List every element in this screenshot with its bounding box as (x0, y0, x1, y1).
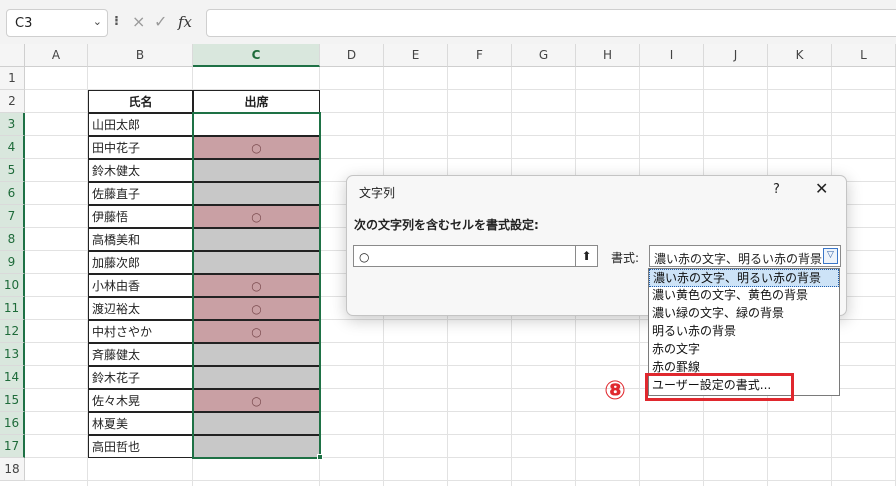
row-header-13[interactable]: 13 (0, 343, 25, 366)
cancel-icon[interactable]: × (132, 12, 145, 31)
text-input-value: ○ (359, 250, 370, 264)
dialog-title: 文字列 (359, 186, 396, 200)
attendance-cell[interactable] (193, 251, 320, 274)
attendance-cell[interactable] (193, 113, 320, 136)
name-cell[interactable]: 鈴木健太 (88, 159, 193, 182)
name-cell[interactable]: 中村さやか (88, 320, 193, 343)
attendance-mark: ○ (251, 279, 262, 293)
help-icon[interactable]: ? (773, 182, 780, 197)
more-options-icon[interactable]: ⁝ (114, 14, 119, 29)
attendance-mark: ○ (251, 141, 262, 155)
format-option[interactable]: 濃い赤の文字、明るい赤の背景 (649, 269, 839, 287)
row-header-9[interactable]: 9 (0, 251, 25, 274)
formula-bar: C3 ⌄ ⁝ × ✓ fx (0, 0, 896, 44)
header-name-cell[interactable]: 氏名 (88, 90, 193, 113)
column-header-d[interactable]: D (320, 44, 384, 67)
attendance-mark: ○ (251, 394, 262, 408)
attendance-cell[interactable] (193, 228, 320, 251)
attendance-cell[interactable]: ○ (193, 205, 320, 228)
column-header-a[interactable]: A (25, 44, 88, 67)
row-header-12[interactable]: 12 (0, 320, 25, 343)
row-header-17[interactable]: 17 (0, 435, 25, 458)
attendance-mark: ○ (251, 210, 262, 224)
name-cell[interactable]: 伊藤悟 (88, 205, 193, 228)
attendance-cell[interactable]: ○ (193, 274, 320, 297)
formula-input[interactable] (206, 9, 896, 37)
format-label: 書式: (611, 251, 640, 265)
row-header-4[interactable]: 4 (0, 136, 25, 159)
close-icon[interactable]: ✕ (815, 179, 828, 198)
grid-line (25, 480, 896, 481)
name-cell[interactable]: 林夏美 (88, 412, 193, 435)
row-header-15[interactable]: 15 (0, 389, 25, 412)
dialog-instruction: 次の文字列を含むセルを書式設定: (354, 218, 539, 232)
attendance-cell[interactable] (193, 435, 320, 458)
name-cell[interactable]: 高橋美和 (88, 228, 193, 251)
name-cell[interactable]: 佐藤直子 (88, 182, 193, 205)
chevron-down-icon[interactable]: ⌄ (93, 15, 102, 28)
column-header-l[interactable]: L (832, 44, 896, 67)
column-header-i[interactable]: I (640, 44, 704, 67)
row-header-1[interactable]: 1 (0, 67, 25, 90)
fill-handle[interactable] (317, 454, 323, 460)
format-option[interactable]: 濃い黄色の文字、黄色の背景 (649, 287, 839, 305)
name-box[interactable]: C3 ⌄ (6, 9, 108, 37)
row-header-5[interactable]: 5 (0, 159, 25, 182)
attendance-cell[interactable] (193, 366, 320, 389)
select-all-corner[interactable] (0, 44, 25, 67)
formula-actions: × ✓ fx (128, 8, 202, 36)
row-header-3[interactable]: 3 (0, 113, 25, 136)
enter-icon[interactable]: ✓ (154, 12, 167, 31)
column-header-e[interactable]: E (384, 44, 448, 67)
name-cell[interactable]: 渡辺裕太 (88, 297, 193, 320)
row-header-7[interactable]: 7 (0, 205, 25, 228)
format-select[interactable]: 濃い赤の文字、明るい赤の背景 ▽ (649, 245, 841, 267)
row-header-2[interactable]: 2 (0, 90, 25, 113)
row-header-10[interactable]: 10 (0, 274, 25, 297)
format-option[interactable]: 明るい赤の背景 (649, 323, 839, 341)
insert-function-icon[interactable]: fx (178, 13, 192, 31)
dropdown-arrow-icon[interactable]: ▽ (823, 248, 838, 264)
row-header-8[interactable]: 8 (0, 228, 25, 251)
name-cell[interactable]: 鈴木花子 (88, 366, 193, 389)
column-header-b[interactable]: B (88, 44, 193, 67)
attendance-cell[interactable]: ○ (193, 389, 320, 412)
attendance-cell[interactable]: ○ (193, 320, 320, 343)
column-header-c[interactable]: C (193, 44, 320, 67)
name-cell[interactable]: 斉藤健太 (88, 343, 193, 366)
name-cell[interactable]: 小林由香 (88, 274, 193, 297)
attendance-cell[interactable] (193, 412, 320, 435)
attendance-cell[interactable]: ○ (193, 297, 320, 320)
attendance-mark: ○ (251, 302, 262, 316)
name-box-value: C3 (15, 16, 33, 31)
name-cell[interactable]: 加藤次郎 (88, 251, 193, 274)
column-header-f[interactable]: F (448, 44, 512, 67)
row-header-14[interactable]: 14 (0, 366, 25, 389)
column-header-k[interactable]: K (768, 44, 832, 67)
step-number-badge: ⑧ (603, 376, 626, 406)
column-header-j[interactable]: J (704, 44, 768, 67)
format-option[interactable]: 赤の文字 (649, 341, 839, 359)
attendance-cell[interactable]: ○ (193, 136, 320, 159)
format-option[interactable]: 濃い緑の文字、緑の背景 (649, 305, 839, 323)
row-header-16[interactable]: 16 (0, 412, 25, 435)
attendance-cell[interactable] (193, 182, 320, 205)
row-header-18[interactable]: 18 (0, 458, 25, 481)
text-input[interactable]: ○ ⬆ (353, 245, 598, 267)
row-header-6[interactable]: 6 (0, 182, 25, 205)
attendance-cell[interactable] (193, 343, 320, 366)
attendance-mark: ○ (251, 325, 262, 339)
header-attendance-cell[interactable]: 出席 (193, 90, 320, 113)
callout-highlight-box (645, 373, 794, 401)
attendance-cell[interactable] (193, 159, 320, 182)
column-header-h[interactable]: H (576, 44, 640, 67)
collapse-dialog-icon[interactable]: ⬆ (575, 246, 597, 266)
name-cell[interactable]: 佐々木晃 (88, 389, 193, 412)
name-cell[interactable]: 高田哲也 (88, 435, 193, 458)
name-cell[interactable]: 田中花子 (88, 136, 193, 159)
format-select-value: 濃い赤の文字、明るい赤の背景 (654, 252, 823, 266)
column-header-g[interactable]: G (512, 44, 576, 67)
name-cell[interactable]: 山田太郎 (88, 113, 193, 136)
row-header-11[interactable]: 11 (0, 297, 25, 320)
